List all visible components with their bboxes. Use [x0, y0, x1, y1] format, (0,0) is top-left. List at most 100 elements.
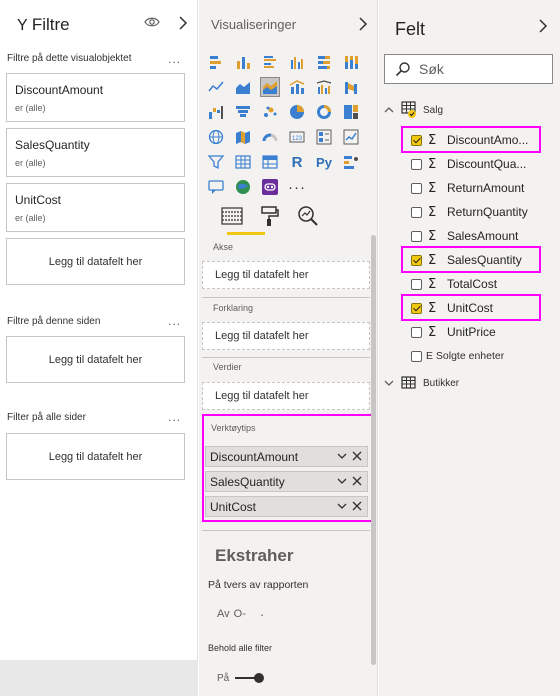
chevron-down-icon[interactable] [336, 475, 348, 487]
eye-icon[interactable] [144, 15, 160, 29]
chevron-up-icon[interactable] [383, 104, 395, 116]
line-and-clustered-column-chart-icon[interactable] [315, 78, 333, 96]
area-chart-icon[interactable] [234, 78, 252, 96]
field-discountquantity[interactable]: Σ DiscountQua... [411, 154, 526, 174]
checkbox[interactable] [411, 206, 422, 218]
tooltip-field-salesquantity[interactable]: SalesQuantity [205, 471, 368, 492]
chevron-down-icon[interactable] [383, 377, 395, 389]
format-tab[interactable] [257, 204, 283, 228]
filter-card-salesquantity[interactable]: SalesQuantity er (alle) [6, 128, 185, 177]
collapse-fields-chevron-icon[interactable] [538, 19, 548, 33]
fields-search-box[interactable]: Søk [384, 54, 553, 84]
filter-card-condition: er (alle) [15, 213, 46, 223]
close-icon[interactable] [351, 500, 363, 512]
checkbox[interactable] [411, 350, 422, 362]
donut-chart-icon[interactable] [315, 103, 333, 121]
stacked-area-chart-icon[interactable] [260, 77, 280, 97]
scatter-chart-icon[interactable] [261, 103, 279, 121]
checkbox-checked[interactable] [411, 134, 422, 146]
qa-visual-icon[interactable] [207, 178, 225, 196]
checkbox[interactable] [411, 278, 422, 290]
visual-filters-more-icon[interactable]: ... [168, 52, 181, 66]
more-visuals-icon[interactable]: ··· [288, 178, 306, 196]
field-salesquantity[interactable]: Σ SalesQuantity [411, 250, 522, 270]
checkbox-checked[interactable] [411, 254, 422, 266]
filter-card-name: SalesQuantity [15, 138, 90, 152]
chevron-down-icon[interactable] [336, 500, 348, 512]
clustered-column-chart-icon[interactable] [288, 53, 306, 71]
python-visual-icon[interactable]: Py [315, 153, 333, 171]
active-tab-indicator [227, 232, 265, 235]
multi-row-card-icon[interactable] [315, 128, 333, 146]
collapse-visualizations-chevron-icon[interactable] [358, 17, 368, 31]
checkbox[interactable] [411, 230, 422, 242]
line-and-stacked-column-chart-icon[interactable] [288, 78, 306, 96]
field-totalcost[interactable]: Σ TotalCost [411, 274, 497, 294]
stacked-bar-chart-icon[interactable] [207, 53, 225, 71]
funnel-chart-icon[interactable] [234, 103, 252, 121]
filter-card-condition: er (alle) [15, 158, 46, 168]
filter-card-unitcost[interactable]: UnitCost er (alle) [6, 183, 185, 232]
field-unitprice[interactable]: Σ UnitPrice [411, 322, 496, 342]
field-returnamount[interactable]: Σ ReturnAmount [411, 178, 524, 198]
table-salg[interactable]: Salg [383, 100, 443, 120]
ribbon-chart-icon[interactable] [342, 78, 360, 96]
field-unitcost[interactable]: Σ UnitCost [411, 298, 493, 318]
close-icon[interactable] [351, 450, 363, 462]
table-name: Butikker [423, 377, 460, 389]
clustered-bar-chart-icon[interactable] [261, 53, 279, 71]
gauge-icon[interactable] [261, 128, 279, 146]
legend-drop-zone[interactable]: Legg til datafelt her [202, 322, 370, 350]
visual-filter-drop-zone[interactable]: Legg til datafelt her [6, 238, 185, 285]
matrix-icon[interactable] [261, 153, 279, 171]
treemap-icon[interactable] [342, 103, 360, 121]
fields-tab[interactable] [219, 204, 245, 228]
page-filters-more-icon[interactable]: ... [168, 314, 181, 328]
custom-visual-icon[interactable] [261, 178, 279, 196]
100-stacked-column-chart-icon[interactable] [342, 53, 360, 71]
field-name: ReturnQuantity [447, 205, 528, 219]
sigma-icon: Σ [428, 276, 437, 292]
all-pages-filters-more-icon[interactable]: ... [168, 410, 181, 424]
visualizations-scrollbar[interactable] [371, 235, 376, 665]
filled-map-icon[interactable] [234, 128, 252, 146]
stacked-column-chart-icon[interactable] [234, 53, 252, 71]
analytics-tab[interactable] [295, 204, 321, 228]
arcgis-map-icon[interactable] [234, 178, 252, 196]
field-solgte-enheter[interactable]: E Solgte enheter [411, 346, 504, 366]
filter-card-discountamount[interactable]: DiscountAmount er (alle) [6, 73, 185, 122]
tooltip-field-unitcost[interactable]: UnitCost [205, 496, 368, 517]
chevron-down-icon[interactable] [336, 450, 348, 462]
100-stacked-bar-chart-icon[interactable] [315, 53, 333, 71]
key-influencers-icon[interactable] [342, 153, 360, 171]
field-returnquantity[interactable]: Σ ReturnQuantity [411, 202, 528, 222]
pie-chart-icon[interactable] [288, 103, 306, 121]
tooltip-field-discountamount[interactable]: DiscountAmount [205, 446, 368, 467]
filters-footer [0, 660, 198, 696]
axis-drop-zone[interactable]: Legg til datafelt her [202, 261, 370, 289]
checkbox[interactable] [411, 158, 422, 170]
table-icon[interactable] [234, 153, 252, 171]
cross-report-toggle[interactable]: Av O- · [217, 606, 264, 622]
map-icon[interactable] [207, 128, 225, 146]
field-salesamount[interactable]: Σ SalesAmount [411, 226, 518, 246]
kpi-icon[interactable] [342, 128, 360, 146]
r-script-visual-icon[interactable]: R [288, 153, 306, 171]
close-icon[interactable] [351, 475, 363, 487]
checkbox[interactable] [411, 182, 422, 194]
toggle-switch-on[interactable] [233, 671, 267, 685]
collapse-filters-chevron-icon[interactable] [178, 16, 188, 30]
page-filter-drop-zone[interactable]: Legg til datafelt her [6, 336, 185, 383]
checkbox-checked[interactable] [411, 302, 422, 314]
card-icon[interactable]: 123 [288, 128, 306, 146]
table-butikker[interactable]: Butikker [383, 373, 459, 393]
all-pages-filter-drop-zone[interactable]: Legg til datafelt her [6, 433, 185, 480]
slicer-icon[interactable] [207, 153, 225, 171]
line-chart-icon[interactable] [207, 78, 225, 96]
waterfall-chart-icon[interactable] [207, 103, 225, 121]
svg-text:123: 123 [292, 136, 303, 142]
checkbox[interactable] [411, 326, 422, 338]
values-drop-zone[interactable]: Legg til datafelt her [202, 382, 370, 410]
keep-all-filters-toggle[interactable]: På [217, 670, 267, 686]
field-discountamount[interactable]: Σ DiscountAmo... [411, 130, 528, 150]
